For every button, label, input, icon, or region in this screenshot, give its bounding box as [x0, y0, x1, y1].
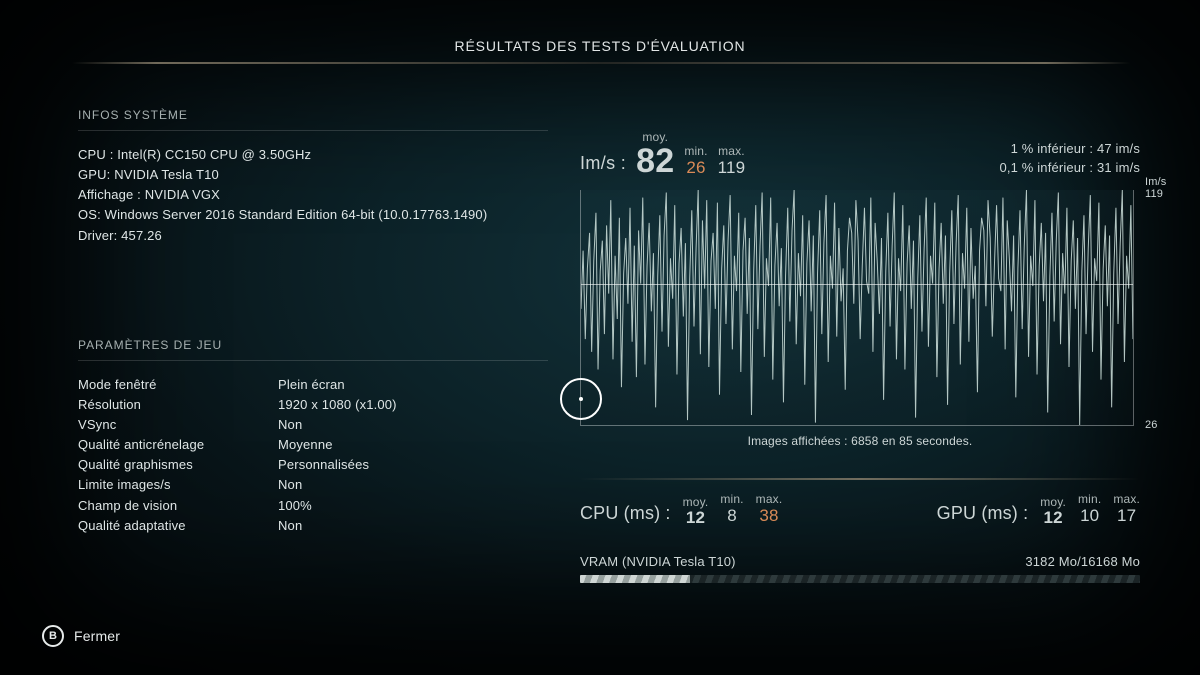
- fps-avg: moy. 82: [636, 130, 674, 178]
- fps-stats: Im/s : moy. 82 min. 26 max. 119: [580, 130, 745, 178]
- fps-prefix: Im/s :: [580, 153, 626, 178]
- fps-header: Im/s : moy. 82 min. 26 max. 119 1 % infé…: [580, 130, 1140, 178]
- settings-row: Mode fenêtréPlein écran: [78, 375, 548, 395]
- fps-max-value: 119: [718, 158, 746, 178]
- fps-max-label: max.: [718, 144, 746, 158]
- chart-ymin-label: 26: [1139, 419, 1158, 431]
- settings-value: Non: [278, 516, 548, 536]
- cpu-avg-value: 12: [683, 509, 709, 526]
- cpu-min: min. 8: [720, 492, 743, 526]
- cpu-min-value: 8: [720, 506, 743, 526]
- timing-row: CPU (ms) : moy. 12 min. 8 max. 38 GPU (m…: [580, 492, 1140, 526]
- fps-min-label: min.: [684, 144, 707, 158]
- cpu-prefix: CPU (ms) :: [580, 503, 671, 526]
- system-info-section: INFOS SYSTÈME CPU : Intel(R) CC150 CPU @…: [78, 108, 548, 246]
- cpu-avg: moy. 12: [683, 495, 709, 526]
- game-settings-section: PARAMÈTRES DE JEU Mode fenêtréPlein écra…: [78, 338, 548, 536]
- gpu-min-value: 10: [1078, 506, 1101, 526]
- fps-chart-svg: [581, 190, 1133, 425]
- cpu-max-label: max.: [756, 492, 783, 506]
- close-label: Fermer: [74, 628, 120, 644]
- fps-percentiles: 1 % inférieur : 47 im/s 0,1 % inférieur …: [999, 140, 1140, 178]
- gpu-min: min. 10: [1078, 492, 1101, 526]
- settings-row: Résolution1920 x 1080 (x1.00): [78, 395, 548, 415]
- driver-line: Driver: 457.26: [78, 226, 548, 246]
- fps-chart-box: Im/s 119 26: [580, 190, 1134, 426]
- settings-value: Non: [278, 475, 548, 495]
- cpu-max-value: 38: [756, 506, 783, 526]
- settings-label: Qualité adaptative: [78, 516, 278, 536]
- cpu-max: max. 38: [756, 492, 783, 526]
- settings-value: 100%: [278, 496, 548, 516]
- gpu-avg-value: 12: [1040, 509, 1066, 526]
- gpu-timing: GPU (ms) : moy. 12 min. 10 max. 17: [937, 492, 1140, 526]
- settings-row: VSyncNon: [78, 415, 548, 435]
- left-panel: INFOS SYSTÈME CPU : Intel(R) CC150 CPU @…: [78, 108, 548, 536]
- settings-value: Moyenne: [278, 435, 548, 455]
- display-line: Affichage : NVIDIA VGX: [78, 185, 548, 205]
- cpu-avg-label: moy.: [683, 495, 709, 509]
- cpu-line: CPU : Intel(R) CC150 CPU @ 3.50GHz: [78, 145, 548, 165]
- gpu-min-label: min.: [1078, 492, 1101, 506]
- b-key-icon: B: [42, 625, 64, 647]
- fps-min-value: 26: [684, 158, 707, 178]
- cpu-timing: CPU (ms) : moy. 12 min. 8 max. 38: [580, 492, 782, 526]
- gpu-max-label: max.: [1113, 492, 1140, 506]
- vram-bar: [580, 575, 1140, 583]
- settings-row: Qualité anticrénelageMoyenne: [78, 435, 548, 455]
- page-title: RÉSULTATS DES TESTS D'ÉVALUATION: [0, 38, 1200, 54]
- right-panel: Im/s : moy. 82 min. 26 max. 119 1 % infé…: [580, 130, 1140, 583]
- vram-fill: [580, 575, 690, 583]
- gpu-prefix: GPU (ms) :: [937, 503, 1029, 526]
- section-divider: [580, 478, 1140, 480]
- chart-caption: Images affichées : 6858 en 85 secondes.: [580, 434, 1140, 448]
- vram-used-total: 3182 Mo/16168 Mo: [1025, 554, 1140, 569]
- chart-ymax-label: 119: [1139, 188, 1163, 200]
- gpu-avg: moy. 12: [1040, 495, 1066, 526]
- system-info-heading: INFOS SYSTÈME: [78, 108, 548, 131]
- game-settings-list: Mode fenêtréPlein écranRésolution1920 x …: [78, 375, 548, 536]
- close-button[interactable]: B Fermer: [42, 625, 120, 647]
- settings-label: Champ de vision: [78, 496, 278, 516]
- chart-cursor-icon: [560, 378, 602, 420]
- settings-label: Qualité anticrénelage: [78, 435, 278, 455]
- game-settings-heading: PARAMÈTRES DE JEU: [78, 338, 548, 361]
- chart-unit-label: Im/s: [1139, 176, 1166, 188]
- fps-chart: Im/s 119 26 Images affichées : 6858 en 8…: [580, 190, 1140, 448]
- os-line: OS: Windows Server 2016 Standard Edition…: [78, 205, 548, 225]
- gpu-max: max. 17: [1113, 492, 1140, 526]
- settings-row: Qualité adaptativeNon: [78, 516, 548, 536]
- settings-label: Mode fenêtré: [78, 375, 278, 395]
- settings-value: 1920 x 1080 (x1.00): [278, 395, 548, 415]
- vram-label: VRAM (NVIDIA Tesla T10): [580, 554, 736, 569]
- settings-label: Résolution: [78, 395, 278, 415]
- settings-row: Qualité graphismesPersonnalisées: [78, 455, 548, 475]
- fps-01pct: 0,1 % inférieur : 31 im/s: [999, 159, 1140, 178]
- settings-label: VSync: [78, 415, 278, 435]
- settings-row: Limite images/sNon: [78, 475, 548, 495]
- gpu-max-value: 17: [1113, 506, 1140, 526]
- fps-avg-value: 82: [636, 144, 674, 178]
- settings-value: Plein écran: [278, 375, 548, 395]
- settings-value: Personnalisées: [278, 455, 548, 475]
- settings-value: Non: [278, 415, 548, 435]
- fps-1pct: 1 % inférieur : 47 im/s: [999, 140, 1140, 159]
- settings-label: Qualité graphismes: [78, 455, 278, 475]
- fps-min: min. 26: [684, 144, 707, 178]
- settings-label: Limite images/s: [78, 475, 278, 495]
- settings-row: Champ de vision100%: [78, 496, 548, 516]
- cpu-min-label: min.: [720, 492, 743, 506]
- gpu-line: GPU: NVIDIA Tesla T10: [78, 165, 548, 185]
- top-rule: [72, 62, 1130, 64]
- gpu-avg-label: moy.: [1040, 495, 1066, 509]
- fps-avg-line: [581, 284, 1133, 285]
- fps-max: max. 119: [718, 144, 746, 178]
- vram-block: VRAM (NVIDIA Tesla T10) 3182 Mo/16168 Mo: [580, 554, 1140, 583]
